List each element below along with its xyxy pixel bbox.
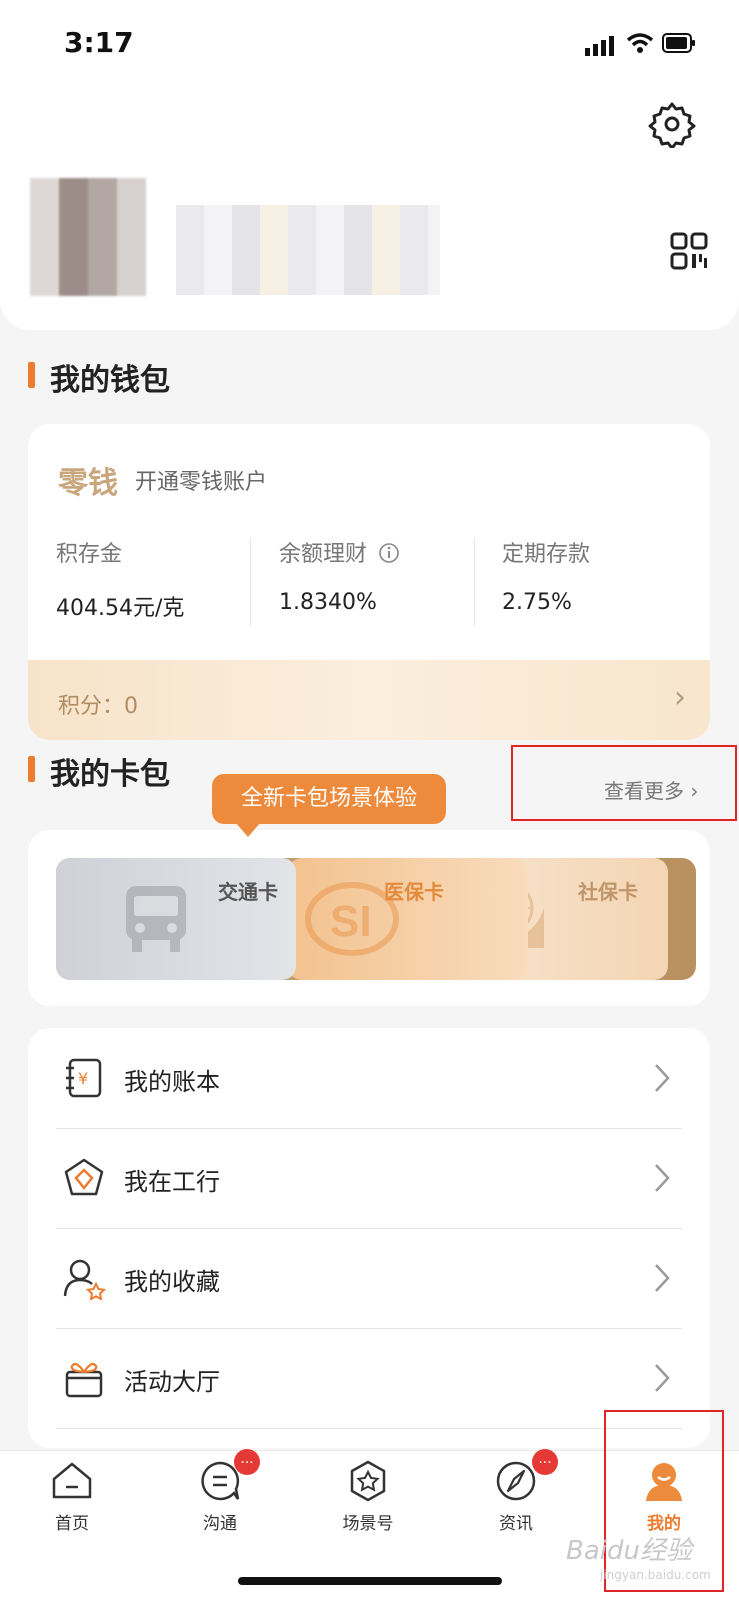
wallet-title: 我的钱包: [50, 363, 170, 398]
divider: [250, 538, 251, 626]
menu-item-label: 我的账本: [124, 1068, 220, 1096]
menu-item-favorites[interactable]: 我的收藏: [56, 1228, 682, 1329]
signal-icon: [585, 36, 614, 56]
compass-icon: [496, 1461, 536, 1501]
settings-gear-icon[interactable]: [648, 100, 696, 148]
chevron-right-icon: [655, 1264, 670, 1292]
chevron-right-icon: [655, 1364, 670, 1392]
card-label: 医保卡: [384, 880, 444, 904]
svg-text:¥: ¥: [78, 1069, 88, 1088]
divider: [474, 538, 475, 626]
scene-star-icon: [350, 1460, 386, 1502]
tab-label: 沟通: [203, 1514, 237, 1534]
menu-item-label: 我的收藏: [124, 1268, 220, 1296]
menu-item-icbc[interactable]: 我在工行: [56, 1128, 682, 1229]
avatar[interactable]: [30, 178, 146, 296]
watermark-url: jingyan.baidu.com: [600, 1568, 711, 1582]
stat-value: 404.54元/克: [56, 596, 185, 621]
tab-label: 场景号: [342, 1514, 394, 1534]
menu-item-label: 活动大厅: [124, 1368, 220, 1396]
chevron-right-icon: [655, 1064, 670, 1092]
stat-value: 1.8340%: [279, 590, 377, 615]
chevron-right-icon: [655, 1164, 670, 1192]
card-medical[interactable]: SI 医保卡: [288, 858, 528, 980]
watermark: Baidu经验: [566, 1536, 692, 1566]
change-label[interactable]: 零钱: [58, 458, 118, 502]
bus-icon: [126, 886, 186, 952]
tab-home[interactable]: 首页: [22, 1459, 122, 1534]
stat-wealth[interactable]: 余额理财 1.8340%: [279, 536, 489, 615]
stat-label: 余额理财: [279, 542, 368, 567]
user-name-blurred: [176, 205, 440, 295]
tab-label: 首页: [55, 1514, 89, 1534]
tab-scene[interactable]: 场景号: [318, 1459, 418, 1534]
cardpack-tooltip[interactable]: 全新卡包场景体验: [212, 774, 446, 824]
menu-item-events[interactable]: 活动大厅: [56, 1328, 682, 1429]
battery-icon: [662, 33, 695, 53]
tab-label: 资讯: [499, 1514, 533, 1534]
cardpack-title: 我的卡包: [50, 757, 170, 792]
card-label: 交通卡: [218, 880, 278, 904]
stat-label: 定期存款: [502, 542, 591, 567]
open-change-account-link[interactable]: 开通零钱账户: [135, 464, 267, 496]
menu-item-ledger[interactable]: ¥ 我的账本: [56, 1028, 682, 1129]
user-star-icon: [63, 1259, 106, 1300]
section-accent-bar: [28, 756, 35, 782]
stat-label: 积存金: [56, 542, 123, 567]
notification-badge: ...: [234, 1449, 260, 1475]
stat-deposit[interactable]: 定期存款 2.75%: [502, 536, 710, 615]
tooltip-tail: [236, 823, 260, 837]
home-icon: [52, 1462, 92, 1499]
wallet-card: 零钱 开通零钱账户 积存金 404.54元/克 余额理财 1.8340% 定期存…: [28, 424, 710, 740]
menu-item-label: 我在工行: [124, 1168, 220, 1196]
menu-list: ¥ 我的账本 我在工行 我的收藏 活动大厅: [28, 1028, 710, 1448]
diamond-icon: [64, 1158, 104, 1196]
points-label: 积分：0: [58, 694, 138, 719]
cardpack-panel: 社保卡 SI 医保卡 交通卡: [28, 830, 710, 1006]
status-bar: 3:17: [0, 0, 739, 90]
section-accent-bar: [28, 362, 35, 388]
points-bar[interactable]: 积分：0 ›: [28, 660, 710, 740]
status-time: 3:17: [64, 26, 134, 59]
card-transit[interactable]: 交通卡: [56, 858, 296, 980]
ledger-icon: ¥: [66, 1058, 102, 1098]
stat-gold[interactable]: 积存金 404.54元/克: [56, 536, 266, 622]
card-label: 社保卡: [578, 880, 638, 904]
stat-value: 2.75%: [502, 590, 572, 615]
notification-badge: ...: [532, 1449, 558, 1475]
info-icon[interactable]: [378, 542, 400, 564]
gift-icon: [65, 1362, 103, 1398]
wifi-icon: [626, 33, 654, 53]
chevron-right-icon: ›: [674, 680, 686, 715]
home-indicator[interactable]: [238, 1577, 502, 1585]
svg-text:SI: SI: [330, 897, 372, 946]
qr-code-icon[interactable]: [670, 232, 708, 270]
highlight-box-view-more: [511, 745, 737, 821]
